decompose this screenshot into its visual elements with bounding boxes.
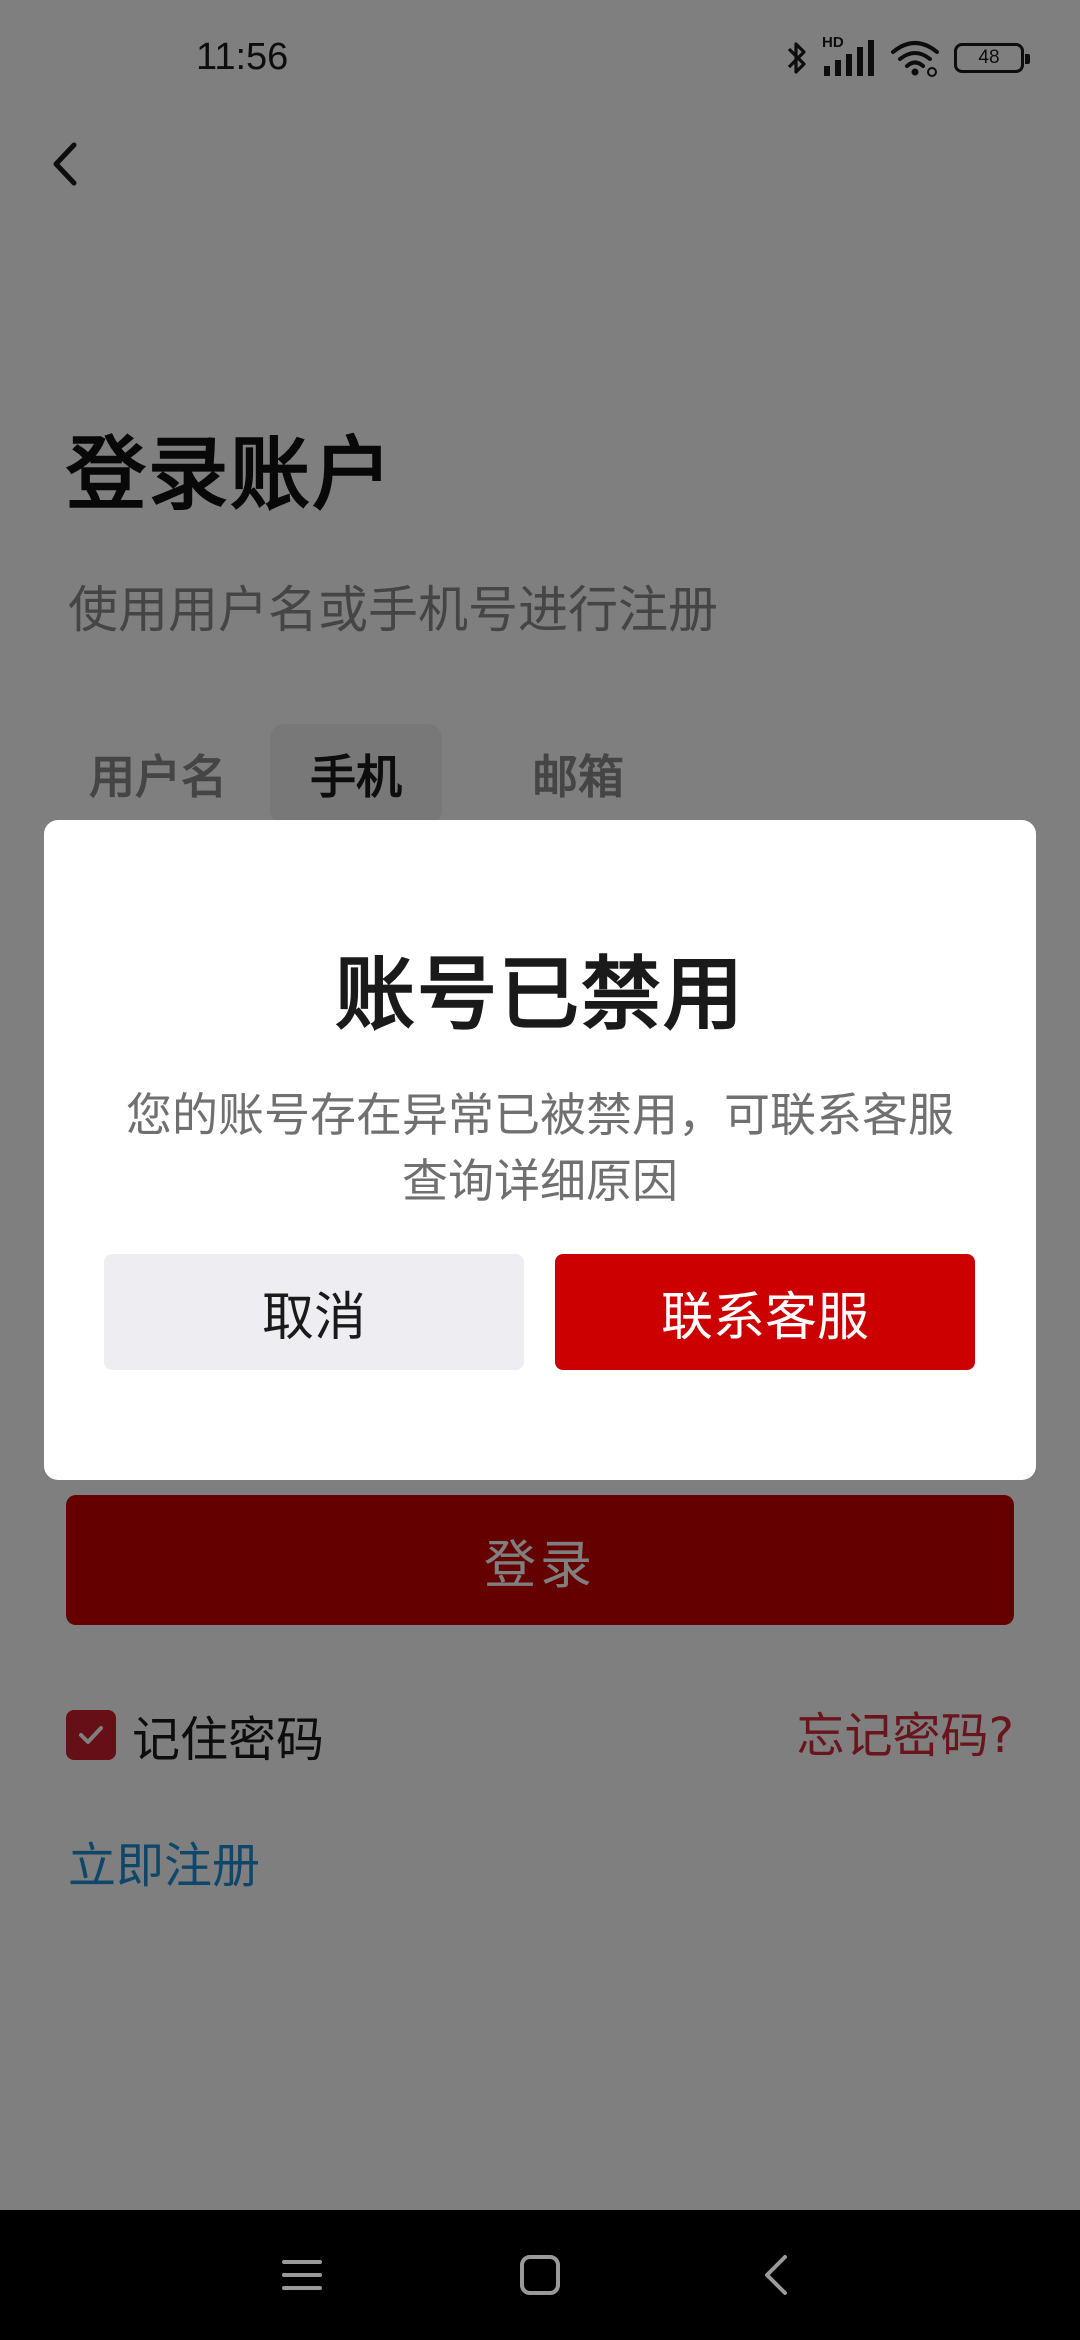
contact-support-button[interactable]: 联系客服 — [555, 1254, 975, 1370]
cancel-button[interactable]: 取消 — [104, 1254, 524, 1370]
dialog-message-line-1: 您的账号存在异常已被禁用，可联系客服 — [126, 1088, 954, 1142]
home-icon — [520, 2255, 560, 2295]
account-disabled-dialog: 账号已禁用 您的账号存在异常已被禁用，可联系客服 查询详细原因 取消 联系客服 — [44, 820, 1036, 1480]
system-back-button[interactable] — [741, 2240, 811, 2310]
dialog-message: 您的账号存在异常已被禁用，可联系客服 查询详细原因 — [104, 1082, 976, 1214]
navigation-bar — [0, 2210, 1080, 2340]
menu-icon — [282, 2260, 322, 2290]
menu-button[interactable] — [267, 2240, 337, 2310]
dialog-message-line-2: 查询详细原因 — [402, 1154, 678, 1208]
back-icon — [765, 2255, 787, 2295]
home-button[interactable] — [505, 2240, 575, 2310]
dialog-title: 账号已禁用 — [335, 948, 745, 1041]
